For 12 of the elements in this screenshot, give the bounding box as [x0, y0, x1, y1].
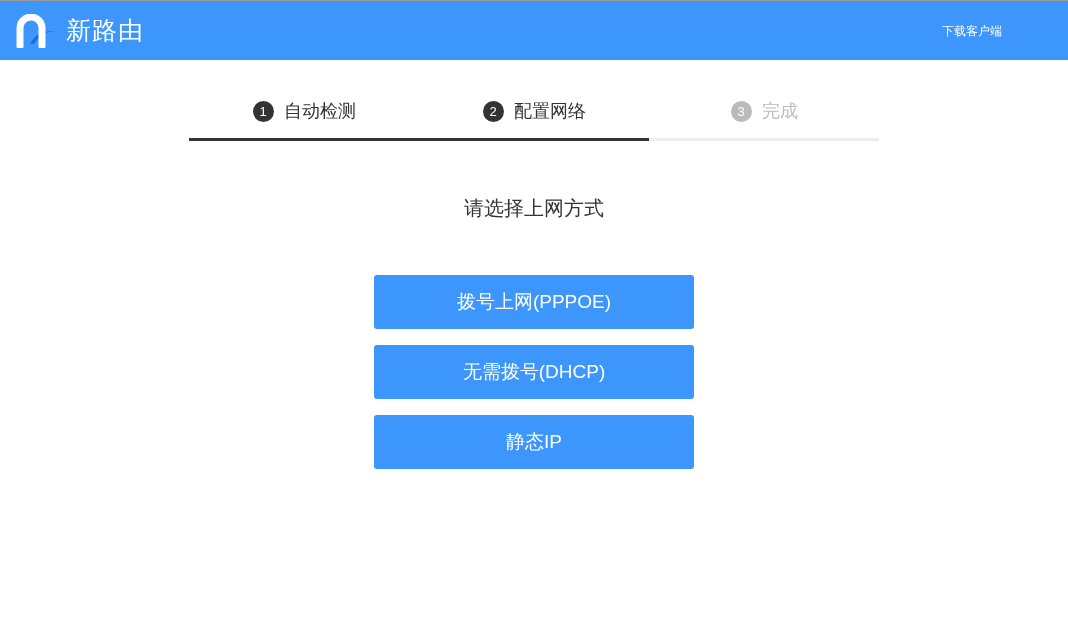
brand-name: 新路由	[66, 14, 144, 46]
step-number: 2	[482, 101, 504, 122]
connection-type-button[interactable]: 拨号上网(PPPOE)	[374, 275, 694, 329]
connection-type-button[interactable]: 静态IP	[374, 415, 694, 469]
download-client-link[interactable]: 下载客户端	[942, 21, 1002, 40]
step-number: 1	[252, 101, 274, 122]
step-label: 配置网络	[513, 100, 586, 123]
page-title: 请选择上网方式	[463, 196, 605, 221]
connection-type-button[interactable]: 无需拨号(DHCP)	[374, 345, 694, 399]
step-label: 完成	[761, 100, 798, 123]
step-label: 自动检测	[283, 100, 356, 123]
step-number: 3	[730, 101, 752, 122]
